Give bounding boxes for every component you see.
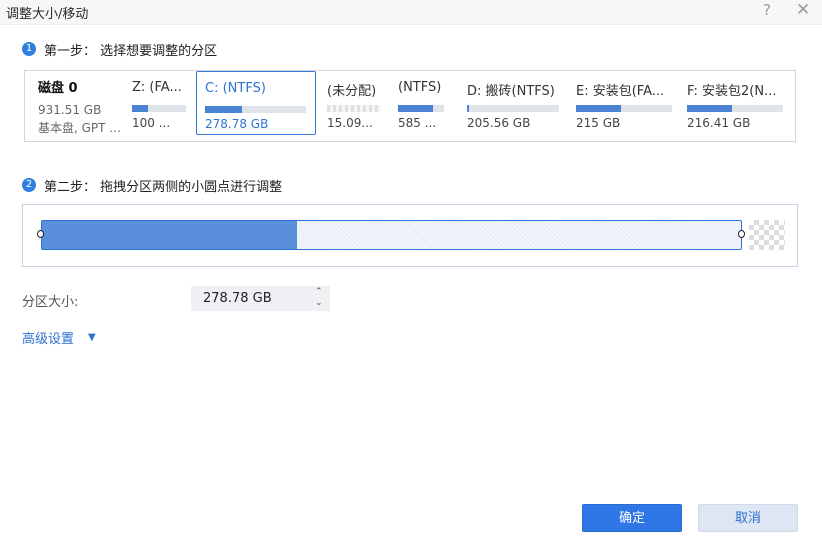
partition-d[interactable]: D: 搬砖(NTFS) 205.56 GB <box>459 71 563 135</box>
advanced-settings-label: 高级设置 <box>22 332 75 347</box>
partition-usage-bar <box>327 105 381 112</box>
title-bar: 调整大小/移动 ? ✕ <box>0 0 822 25</box>
partition-size: 216.41 GB <box>687 116 751 130</box>
partition-usage-fill <box>576 105 622 112</box>
partition-size: 278.78 GB <box>205 117 269 131</box>
left-resize-handle[interactable] <box>37 230 44 238</box>
partition-usage-bar <box>398 105 444 112</box>
ok-button[interactable]: 确定 <box>582 504 682 532</box>
resize-panel <box>22 204 798 267</box>
partition-label: (未分配) <box>327 84 377 99</box>
partition-used-area <box>42 221 298 249</box>
partition-size-stepper[interactable]: 278.78 GB ⌃ ⌄ <box>191 286 330 311</box>
unallocated-space-area <box>749 220 785 250</box>
partition-ntfs[interactable]: (NTFS) 585 ... <box>390 71 456 135</box>
disk-name: 磁盘 0 <box>38 81 78 96</box>
step1-number-badge: 1 <box>22 42 36 56</box>
disk-info: 磁盘 0 931.51 GB 基本盘, GPT ... <box>38 77 128 136</box>
partition-usage-bar <box>576 105 672 112</box>
step2-number-badge: 2 <box>22 178 36 192</box>
partition-label: C: (NTFS) <box>205 81 266 96</box>
disk-type: 基本盘, GPT ... <box>38 121 121 135</box>
partition-usage-bar <box>687 105 783 112</box>
partition-label: Z: (FA... <box>132 80 182 95</box>
partition-label: E: 安装包(FA... <box>576 84 665 99</box>
partition-resize-bar[interactable] <box>41 220 742 250</box>
partition-size: 15.09... <box>327 116 373 130</box>
help-icon[interactable]: ? <box>763 1 771 19</box>
partition-size-value[interactable]: 278.78 GB <box>203 291 272 306</box>
partition-usage-fill <box>687 105 733 112</box>
partition-size: 215 GB <box>576 116 621 130</box>
partition-c[interactable]: C: (NTFS) 278.78 GB <box>196 71 316 135</box>
partition-usage-bar <box>132 105 186 112</box>
partition-usage-fill <box>132 105 149 112</box>
step2-label: 第二步： 拖拽分区两侧的小圆点进行调整 <box>44 179 283 195</box>
advanced-settings-toggle[interactable]: 高级设置 ▼ <box>22 328 96 347</box>
partition-size: 100 ... <box>132 116 171 130</box>
partition-size: 585 ... <box>398 116 437 130</box>
partition-e[interactable]: E: 安装包(FA... 215 GB <box>568 71 674 135</box>
partition-usage-fill <box>205 106 243 113</box>
partition-size: 205.56 GB <box>467 116 531 130</box>
partition-usage-fill <box>467 105 469 112</box>
disk-size: 931.51 GB <box>38 103 102 117</box>
chevron-down-icon[interactable]: ⌄ <box>315 299 323 308</box>
partition-label: F: 安装包2(N... <box>687 84 777 99</box>
cancel-button[interactable]: 取消 <box>698 504 798 532</box>
partition-f[interactable]: F: 安装包2(N... 216.41 GB <box>679 71 789 135</box>
partition-usage-fill <box>398 105 433 112</box>
partition-label: (NTFS) <box>398 80 442 95</box>
partition-usage-bar <box>205 106 306 113</box>
partition-size-label: 分区大小: <box>22 295 79 310</box>
disk-partition-panel: 磁盘 0 931.51 GB 基本盘, GPT ... Z: (FA... 10… <box>24 70 796 142</box>
step1-heading: 1 第一步： 选择想要调整的分区 <box>22 40 218 59</box>
triangle-down-icon: ▼ <box>88 332 96 343</box>
window-title: 调整大小/移动 <box>6 7 89 22</box>
partition-z[interactable]: Z: (FA... 100 ... <box>124 71 192 135</box>
partition-usage-bar <box>467 105 559 112</box>
chevron-up-icon[interactable]: ⌃ <box>315 288 323 297</box>
partition-unallocated[interactable]: (未分配) 15.09... <box>319 71 387 135</box>
step2-heading: 2 第二步： 拖拽分区两侧的小圆点进行调整 <box>22 176 283 195</box>
step1-label: 第一步： 选择想要调整的分区 <box>44 43 218 59</box>
right-resize-handle[interactable] <box>738 230 745 238</box>
partition-label: D: 搬砖(NTFS) <box>467 84 555 99</box>
close-icon[interactable]: ✕ <box>796 0 810 20</box>
